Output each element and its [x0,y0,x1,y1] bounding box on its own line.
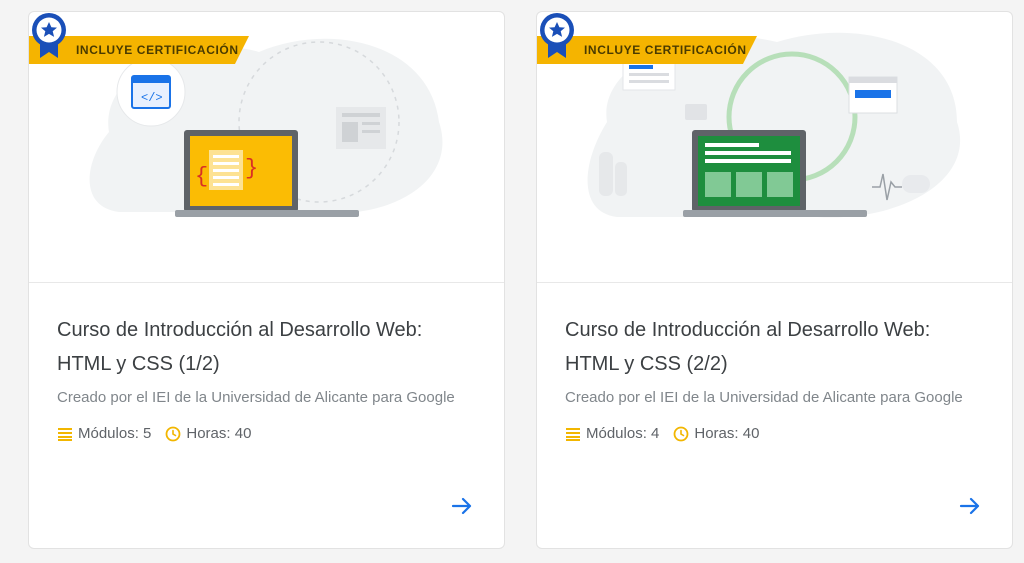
arrow-right-icon[interactable] [450,494,474,518]
modules-info: Módulos: 5 [57,425,151,442]
svg-text:</>: </> [141,91,163,105]
course-meta: Módulos: 5 Horas: 40 [57,425,265,442]
hours-label: Horas: 40 [694,425,760,442]
clock-icon [165,426,181,441]
course-card-1[interactable]: </> { } INCLUYE CERTIFICACIÓN Curso de I… [28,11,505,549]
modules-label: Módulos: 4 [586,425,660,442]
list-icon [58,427,72,441]
modules-info: Módulos: 4 [565,425,659,442]
course-title[interactable]: Curso de Introducción al Desarrollo Web:… [57,313,487,381]
award-badge-icon [32,13,66,58]
course-card-2[interactable]: INCLUYE CERTIFICACIÓN Curso de Introducc… [536,11,1013,549]
hours-info: Horas: 40 [165,425,251,442]
ribbon-label: INCLUYE CERTIFICACIÓN [76,43,239,57]
course-title-line2[interactable]: HTML y CSS (2/2) [565,353,728,375]
svg-text:}: } [245,156,258,181]
course-meta: Módulos: 4 Horas: 40 [565,425,773,442]
course-illustration: INCLUYE CERTIFICACIÓN [537,12,1012,283]
award-badge-icon [540,13,574,58]
clock-icon [673,426,689,441]
course-author: Creado por el IEI de la Universidad de A… [57,389,455,406]
arrow-right-icon[interactable] [958,494,982,518]
course-title[interactable]: Curso de Introducción al Desarrollo Web:… [565,313,995,381]
course-title-line1[interactable]: Curso de Introducción al Desarrollo Web: [565,319,930,341]
modules-label: Módulos: 5 [78,425,152,442]
course-illustration: </> { } INCLUYE CERTIFICACIÓN [29,12,504,283]
course-author: Creado por el IEI de la Universidad de A… [565,389,963,406]
list-icon [566,427,580,441]
hours-label: Horas: 40 [186,425,252,442]
svg-text:{: { [195,164,208,189]
ribbon-label: INCLUYE CERTIFICACIÓN [584,43,747,57]
hours-info: Horas: 40 [673,425,759,442]
course-title-line1[interactable]: Curso de Introducción al Desarrollo Web: [57,319,422,341]
course-title-line2[interactable]: HTML y CSS (1/2) [57,353,220,375]
